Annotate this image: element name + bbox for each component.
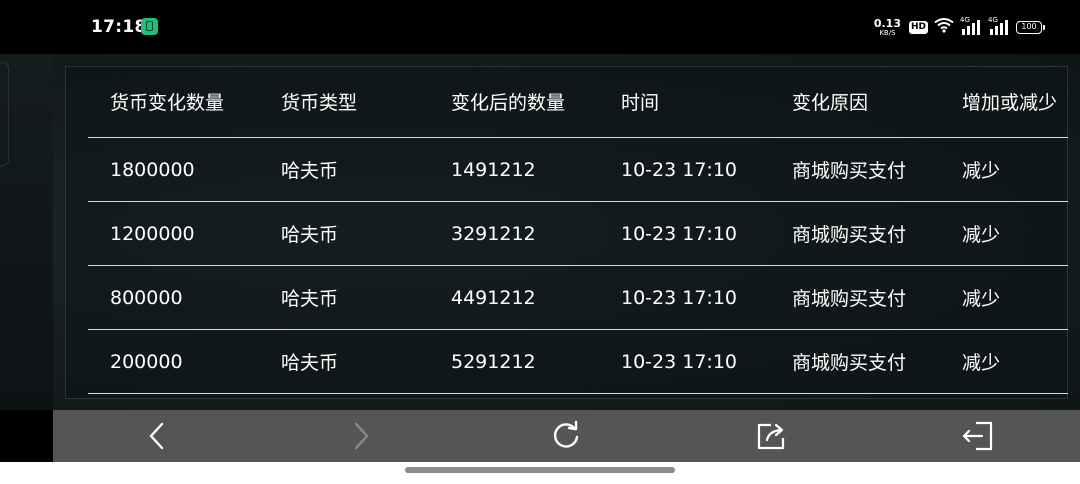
browser-toolbar (53, 410, 1080, 462)
exit-icon (960, 420, 994, 452)
cell-time: 10-23 17:10 (621, 158, 738, 181)
back-button[interactable] (137, 418, 177, 454)
page-content: 货币变化数量 货币类型 变化后的数量 时间 变化原因 增加或减少 1800000… (0, 54, 1080, 410)
cell-time: 10-23 17:10 (621, 350, 738, 373)
header-direction: 增加或减少 (962, 92, 1058, 114)
cell-direction: 减少 (962, 288, 1001, 310)
table-header-row: 货币变化数量 货币类型 变化后的数量 时间 变化原因 增加或减少 (88, 66, 1068, 138)
cell-amount-after: 5291212 (451, 350, 536, 373)
refresh-icon (550, 420, 582, 452)
side-panel-handle[interactable] (0, 62, 9, 166)
cell-reason: 商城购买支付 (792, 224, 907, 246)
cell-direction: 减少 (962, 352, 1001, 374)
cell-currency-type: 哈夫币 (281, 224, 339, 246)
network-speed-unit: KB/S (879, 28, 896, 37)
wifi-icon (934, 17, 954, 37)
currency-change-table: 货币变化数量 货币类型 变化后的数量 时间 变化原因 增加或减少 1800000… (88, 66, 1068, 394)
cell-time: 10-23 17:10 (621, 286, 738, 309)
header-currency-type: 货币类型 (281, 92, 358, 114)
screen: 17:18 0.13 KB/S HD 4G 4G 100 货币变化数量 货币类型… (0, 0, 1080, 484)
hd-label: HD (908, 20, 928, 34)
share-icon (755, 420, 787, 452)
table-row: 800000 哈夫币 4491212 10-23 17:10 商城购买支付 减少 (88, 266, 1068, 330)
exit-button[interactable] (957, 418, 997, 454)
cell-reason: 商城购买支付 (792, 352, 907, 374)
forward-icon (350, 421, 372, 451)
network-speed: 0.13 KB/S (874, 18, 901, 37)
cell-direction: 减少 (962, 160, 1001, 182)
status-time: 17:18 (91, 17, 147, 37)
cell-change-amount: 200000 (110, 350, 183, 373)
header-change-amount: 货币变化数量 (110, 92, 225, 114)
cell-direction: 减少 (962, 224, 1001, 246)
cell-amount-after: 1491212 (451, 158, 536, 181)
notification-app-icon (141, 18, 158, 35)
cell-change-amount: 1800000 (110, 158, 195, 181)
header-amount-after: 变化后的数量 (451, 92, 566, 114)
cell-change-amount: 1200000 (110, 222, 195, 245)
header-time: 时间 (621, 92, 660, 114)
cellular-signal-2-icon: 4G (988, 16, 1010, 36)
cellular-signal-1-icon: 4G (960, 16, 982, 36)
back-icon (146, 421, 168, 451)
hd-voice-icon: HD (908, 20, 928, 34)
cell-currency-type: 哈夫币 (281, 160, 339, 182)
side-panel (0, 54, 53, 410)
cell-currency-type: 哈夫币 (281, 352, 339, 374)
battery-level: 100 (1021, 22, 1037, 31)
share-button[interactable] (751, 418, 791, 454)
table-row: 1800000 哈夫币 1491212 10-23 17:10 商城购买支付 减… (88, 138, 1068, 202)
header-reason: 变化原因 (792, 92, 869, 114)
table-row: 1200000 哈夫币 3291212 10-23 17:10 商城购买支付 减… (88, 202, 1068, 266)
network-speed-value: 0.13 (873, 16, 901, 30)
home-indicator[interactable] (405, 467, 675, 473)
refresh-button[interactable] (546, 418, 586, 454)
status-indicators: 0.13 KB/S HD 4G 4G 100 (874, 14, 1045, 40)
gesture-navigation-area (0, 462, 1080, 484)
cell-currency-type: 哈夫币 (281, 288, 339, 310)
cell-amount-after: 3291212 (451, 222, 536, 245)
cell-amount-after: 4491212 (451, 286, 536, 309)
cell-reason: 商城购买支付 (792, 288, 907, 310)
table-row: 200000 哈夫币 5291212 10-23 17:10 商城购买支付 减少 (88, 330, 1068, 394)
cell-reason: 商城购买支付 (792, 160, 907, 182)
battery-icon: 100 (1016, 20, 1045, 34)
forward-button[interactable] (341, 418, 381, 454)
status-bar: 17:18 0.13 KB/S HD 4G 4G 100 (0, 0, 1080, 54)
cell-time: 10-23 17:10 (621, 222, 738, 245)
cell-change-amount: 800000 (110, 286, 183, 309)
